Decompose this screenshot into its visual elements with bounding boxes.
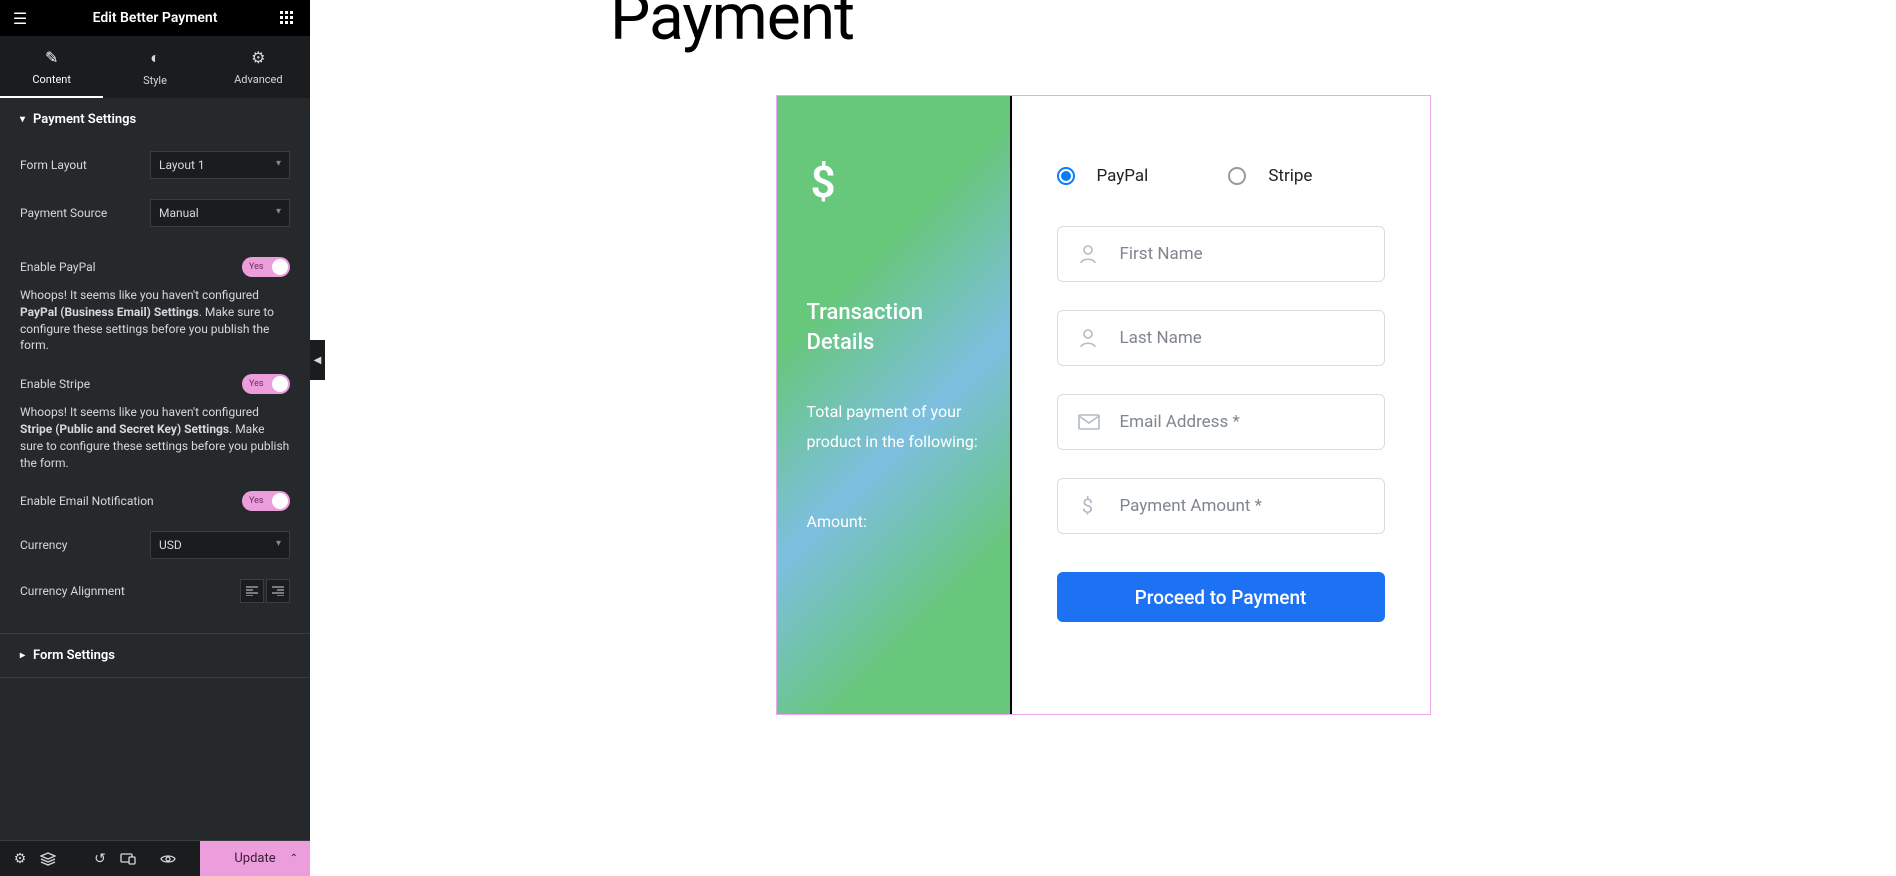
proceed-button[interactable]: Proceed to Payment [1057, 572, 1385, 622]
label-enable-paypal: Enable PayPal [20, 260, 242, 274]
last-name-field[interactable]: Last Name [1057, 310, 1385, 366]
contrast-icon: ◐ [103, 48, 206, 68]
first-name-field[interactable]: First Name [1057, 226, 1385, 282]
label-enable-email: Enable Email Notification [20, 494, 242, 508]
divider [0, 677, 310, 678]
tab-advanced-label: Advanced [234, 73, 282, 86]
update-button[interactable]: Update ⌃ [200, 841, 310, 876]
section-label: Form Settings [33, 648, 115, 663]
control-payment-source: Payment Source Manual [0, 189, 310, 237]
user-icon [1078, 328, 1098, 348]
toggle-enable-paypal[interactable]: Yes [242, 257, 290, 277]
control-enable-email: Enable Email Notification Yes [0, 481, 310, 521]
label-form-layout: Form Layout [20, 158, 150, 172]
panel-tabs: ✎ Content ◐ Style ⚙ Advanced [0, 36, 310, 98]
select-form-layout[interactable]: Layout 1 [150, 151, 290, 179]
control-enable-paypal: Enable PayPal Yes [0, 247, 310, 287]
select-currency[interactable]: USD [150, 531, 290, 559]
control-currency: Currency USD [0, 521, 310, 569]
align-buttons [240, 579, 290, 603]
panel-content: Payment Settings Form Layout Layout 1 Pa… [0, 98, 310, 840]
responsive-icon[interactable] [120, 853, 160, 865]
editor-canvas: Payment $ Transaction Details Total paym… [310, 0, 1896, 876]
control-currency-align: Currency Alignment [0, 569, 310, 613]
email-field[interactable]: Email Address * [1057, 394, 1385, 450]
hamburger-icon[interactable]: ☰ [10, 9, 30, 28]
gear-icon: ⚙ [207, 48, 310, 67]
tab-content-label: Content [32, 73, 71, 86]
tab-style-label: Style [143, 74, 167, 87]
payment-widget[interactable]: $ Transaction Details Total payment of y… [776, 95, 1431, 715]
payment-method-radios: PayPal Stripe [1057, 166, 1385, 186]
widget-title: Edit Better Payment [30, 10, 280, 26]
transaction-title: Transaction Details [807, 298, 980, 357]
apps-grid-icon[interactable] [280, 11, 300, 25]
settings-icon[interactable]: ⚙ [0, 851, 40, 867]
dollar-icon: $ [1078, 494, 1098, 518]
page-title: Payment [610, 0, 1856, 55]
section-label: Payment Settings [33, 112, 136, 127]
pencil-icon: ✎ [0, 48, 103, 67]
toggle-knob [272, 259, 288, 275]
sidebar-footer: ⚙ ↺ Update ⌃ [0, 840, 310, 876]
chevron-up-icon: ⌃ [290, 853, 298, 864]
toggle-knob [272, 376, 288, 392]
amount-field[interactable]: $ Payment Amount * [1057, 478, 1385, 534]
dollar-icon: $ [811, 156, 980, 208]
mail-icon [1078, 414, 1098, 430]
history-icon[interactable]: ↺ [80, 851, 120, 867]
amount-label: Amount: [807, 512, 980, 531]
label-currency: Currency [20, 538, 150, 552]
select-payment-source[interactable]: Manual [150, 199, 290, 227]
label-enable-stripe: Enable Stripe [20, 377, 242, 391]
control-form-layout: Form Layout Layout 1 [0, 141, 310, 189]
navigator-icon[interactable] [40, 852, 80, 866]
align-left-button[interactable] [240, 579, 264, 603]
transaction-panel: $ Transaction Details Total payment of y… [777, 96, 1012, 714]
tab-content[interactable]: ✎ Content [0, 36, 103, 98]
tab-advanced[interactable]: ⚙ Advanced [207, 36, 310, 98]
section-form-settings[interactable]: Form Settings [0, 634, 310, 677]
radio-icon [1057, 167, 1075, 185]
toggle-enable-stripe[interactable]: Yes [242, 374, 290, 394]
radio-icon [1228, 167, 1246, 185]
section-payment-settings[interactable]: Payment Settings [0, 98, 310, 141]
preview-icon[interactable] [160, 854, 200, 864]
sidebar-header: ☰ Edit Better Payment [0, 0, 310, 36]
warning-paypal: Whoops! It seems like you haven't config… [0, 287, 310, 364]
label-payment-source: Payment Source [20, 206, 150, 220]
editor-sidebar: ☰ Edit Better Payment ✎ Content ◐ Style … [0, 0, 310, 876]
radio-stripe[interactable]: Stripe [1228, 166, 1312, 186]
user-icon [1078, 244, 1098, 264]
transaction-description: Total payment of your product in the fol… [807, 397, 980, 456]
tab-style[interactable]: ◐ Style [103, 36, 206, 98]
align-right-button[interactable] [266, 579, 290, 603]
warning-stripe: Whoops! It seems like you haven't config… [0, 404, 310, 481]
control-enable-stripe: Enable Stripe Yes [0, 364, 310, 404]
toggle-enable-email[interactable]: Yes [242, 491, 290, 511]
label-currency-align: Currency Alignment [20, 584, 240, 598]
payment-form: PayPal Stripe First Name Last Name [1012, 96, 1430, 714]
radio-paypal[interactable]: PayPal [1057, 166, 1149, 186]
toggle-knob [272, 493, 288, 509]
